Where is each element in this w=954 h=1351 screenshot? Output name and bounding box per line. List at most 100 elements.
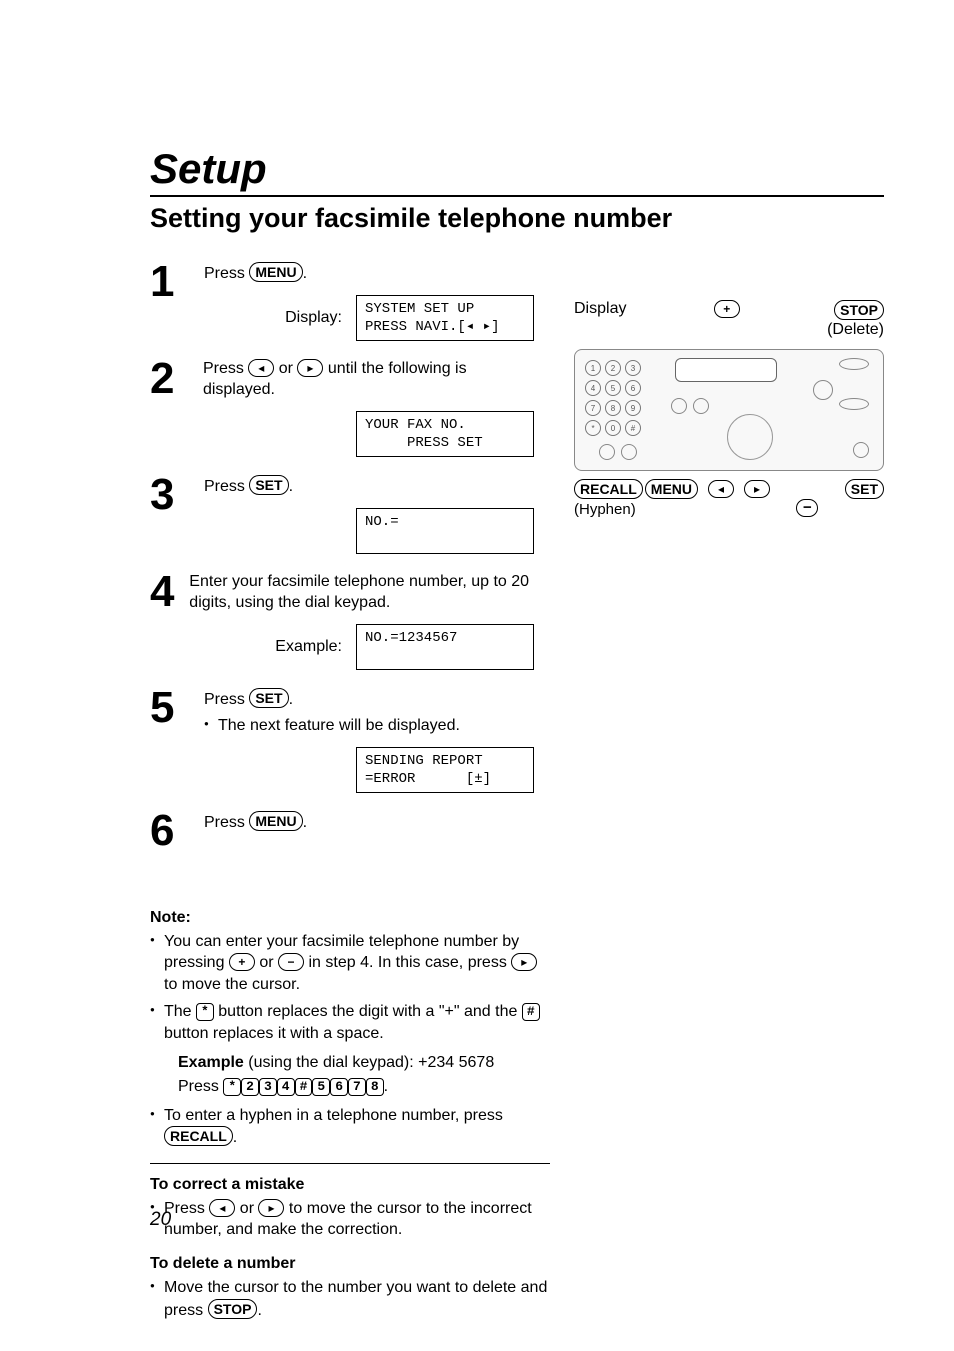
plus-button: +: [229, 953, 255, 971]
correct-mistake-item: Press ◂ or ▸ to move the cursor to the i…: [150, 1198, 550, 1241]
text: to move the cursor.: [164, 976, 300, 993]
step-4: 4 Enter your facsimile telephone number,…: [150, 572, 534, 670]
two-column-layout: 1 Press MENU. Display: SYSTEM SET UP PRE…: [150, 262, 884, 869]
step-number: 5: [150, 688, 190, 728]
hyphen-label: (Hyphen): [574, 501, 770, 518]
left-arrow-button: ◂: [708, 480, 734, 498]
diagram-bottom-labels: RECALLMENU ◂ ▸ (Hyphen) − SET: [574, 479, 884, 518]
step-number: 3: [150, 475, 190, 515]
lcd-display: NO.=1234567: [356, 624, 534, 670]
step-1: 1 Press MENU. Display: SYSTEM SET UP PRE…: [150, 262, 534, 341]
page: Setup Setting your facsimile telephone n…: [0, 0, 954, 1351]
delete-number-item: Move the cursor to the number you want t…: [150, 1277, 550, 1321]
dial-keypad: 1 2 3 4 5 6 7 8 9 * 0 #: [585, 360, 641, 436]
page-number: 20: [150, 1209, 171, 1231]
key-3: 3: [625, 360, 641, 376]
button-icon: [853, 442, 869, 458]
plus-button: +: [714, 300, 740, 318]
key: 5: [312, 1078, 330, 1096]
note-item-3: To enter a hyphen in a telephone number,…: [150, 1105, 550, 1149]
recall-button-label: RECALL: [574, 479, 643, 499]
key-5: 5: [605, 380, 621, 396]
button-icon: [599, 444, 615, 460]
minus-button: −: [796, 499, 818, 517]
text: Enter your facsimile telephone number, u…: [189, 572, 534, 614]
button-icon: [693, 398, 709, 414]
diagram-top-labels: Display + STOP (Delete): [574, 300, 884, 339]
key-hash: #: [625, 420, 641, 436]
step-number: 1: [150, 262, 190, 302]
example-label: Example: [178, 1054, 244, 1071]
text: To enter a hyphen in a telephone number,…: [164, 1107, 503, 1124]
text: The: [164, 1003, 196, 1020]
button-icon: [621, 444, 637, 460]
stop-button-label: STOP: [834, 300, 884, 320]
menu-button-label: MENU: [645, 479, 698, 499]
stop-button-label: STOP: [208, 1299, 258, 1319]
step-3: 3 Press SET. NO.=: [150, 475, 534, 554]
recall-button-label: RECALL: [164, 1126, 233, 1146]
text: or: [235, 1200, 258, 1217]
key: 2: [241, 1078, 259, 1096]
key-star: *: [585, 420, 601, 436]
step-6: 6 Press MENU.: [150, 811, 534, 851]
step-2: 2 Press ◂ or ▸ until the following is di…: [150, 359, 534, 457]
set-button-label: SET: [249, 688, 288, 708]
set-key-icon: [839, 398, 869, 410]
device-screen: [675, 358, 777, 382]
key: 8: [366, 1078, 384, 1096]
subtitle-heading: Setting your facsimile telephone number: [150, 203, 884, 234]
delete-label: (Delete): [827, 321, 884, 338]
text: or: [255, 954, 278, 971]
menu-button-label: MENU: [249, 811, 302, 831]
note-item-1: You can enter your facsimile telephone n…: [150, 931, 550, 996]
text: Press: [204, 691, 249, 708]
divider: [150, 1163, 550, 1164]
title-heading: Setup: [150, 145, 884, 197]
key: 7: [348, 1078, 366, 1096]
key-9: 9: [625, 400, 641, 416]
text: button replaces it with a space.: [164, 1025, 384, 1042]
set-button-label: SET: [845, 479, 884, 499]
sub-bullet: The next feature will be displayed.: [204, 715, 534, 737]
correct-mistake-heading: To correct a mistake: [150, 1176, 550, 1194]
hash-key: #: [522, 1003, 540, 1021]
step-number: 6: [150, 811, 190, 851]
lcd-display: YOUR FAX NO. PRESS SET: [356, 411, 534, 457]
key-8: 8: [605, 400, 621, 416]
device-illustration: 1 2 3 4 5 6 7 8 9 * 0 #: [574, 349, 884, 471]
step-number: 4: [150, 572, 175, 612]
key-4: 4: [585, 380, 601, 396]
navigation-pad-icon: [727, 414, 773, 460]
key-1: 1: [585, 360, 601, 376]
step-number: 2: [150, 359, 189, 399]
note-item-2: The * button replaces the digit with a "…: [150, 1001, 550, 1098]
key: 4: [277, 1078, 295, 1096]
right-arrow-button: ▸: [744, 480, 770, 498]
left-arrow-button: ◂: [209, 1199, 235, 1217]
button-icon: [671, 398, 687, 414]
display-label: Display: [574, 300, 626, 339]
text: .: [257, 1302, 261, 1319]
right-arrow-button: ▸: [511, 953, 537, 971]
button-icon: [813, 380, 833, 400]
note-section: Note: You can enter your facsimile telep…: [150, 909, 550, 1322]
right-arrow-button: ▸: [297, 359, 323, 377]
text: or: [274, 360, 297, 377]
steps-column: 1 Press MENU. Display: SYSTEM SET UP PRE…: [150, 262, 534, 869]
menu-button-label: MENU: [249, 262, 302, 282]
text: .: [289, 478, 293, 495]
key: 3: [259, 1078, 277, 1096]
text: .: [384, 1078, 388, 1095]
text: .: [233, 1129, 237, 1146]
minus-button: −: [278, 953, 304, 971]
key: #: [295, 1078, 313, 1096]
display-label: Display:: [285, 308, 342, 329]
right-arrow-button: ▸: [258, 1199, 284, 1217]
text: in step 4. In this case, press: [304, 954, 511, 971]
key-2: 2: [605, 360, 621, 376]
lcd-display: SYSTEM SET UP PRESS NAVI.[◂ ▸]: [356, 295, 534, 341]
text: .: [289, 691, 293, 708]
key-6: 6: [625, 380, 641, 396]
press-label: Press: [178, 1078, 223, 1095]
